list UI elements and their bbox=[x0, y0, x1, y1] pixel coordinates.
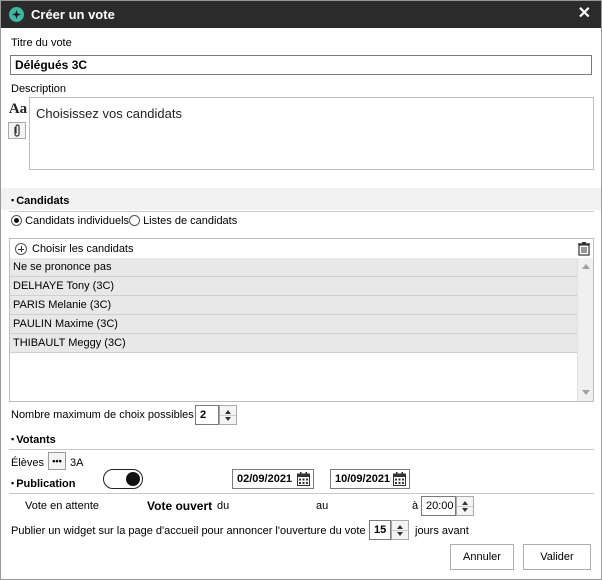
divider bbox=[9, 493, 594, 494]
list-item[interactable]: PAULIN Maxime (3C) bbox=[10, 315, 577, 334]
list-item[interactable]: THIBAULT Meggy (3C) bbox=[10, 334, 577, 353]
create-vote-dialog: Créer un vote ✕ Titre du vote Descriptio… bbox=[0, 0, 602, 580]
list-item[interactable]: DELHAYE Tony (3C) bbox=[10, 277, 577, 296]
choose-candidates-button[interactable]: Choisir les candidats bbox=[10, 239, 593, 258]
choose-candidates-label: Choisir les candidats bbox=[32, 242, 134, 255]
candidate-rows: Ne se prononce pas DELHAYE Tony (3C) PAR… bbox=[10, 258, 577, 353]
vertical-scrollbar[interactable] bbox=[577, 258, 593, 401]
start-date-value: 02/09/2021 bbox=[237, 473, 293, 485]
calendar-icon[interactable] bbox=[393, 472, 406, 486]
divider bbox=[9, 449, 594, 450]
divider bbox=[9, 211, 594, 212]
radio-button-selected[interactable] bbox=[11, 215, 22, 226]
max-choices-stepper[interactable]: 2 bbox=[195, 405, 237, 425]
time-stepper[interactable]: 20:00 bbox=[421, 496, 474, 516]
stepper-arrows[interactable] bbox=[219, 405, 237, 425]
voters-label: Élèves bbox=[11, 457, 45, 469]
radio-label: Candidats individuels bbox=[25, 215, 130, 227]
radio-label: Listes de candidats bbox=[143, 215, 238, 227]
trash-icon[interactable] bbox=[577, 241, 591, 256]
cancel-button[interactable]: Annuler bbox=[450, 544, 514, 570]
radio-individual-candidates[interactable]: Candidats individuels bbox=[11, 215, 129, 227]
scroll-down-icon[interactable] bbox=[582, 390, 590, 395]
validate-button[interactable]: Valider bbox=[523, 544, 591, 570]
title-bar: Créer un vote ✕ bbox=[1, 1, 601, 28]
date-from-label: du bbox=[217, 500, 230, 512]
candidats-section-title: Candidats bbox=[11, 195, 69, 207]
vote-open-label: Vote ouvert bbox=[147, 499, 213, 513]
add-circle-icon bbox=[15, 242, 27, 255]
candidates-list: Choisir les candidats Ne se prononce pas… bbox=[9, 238, 594, 402]
description-toolbar: Aa bbox=[8, 100, 28, 139]
vote-status-toggle[interactable] bbox=[103, 469, 143, 489]
radio-button[interactable] bbox=[129, 215, 140, 226]
widget-days-value[interactable]: 15 bbox=[370, 521, 390, 539]
scroll-up-icon[interactable] bbox=[582, 264, 590, 269]
dialog-content: Titre du vote Description Aa Choisissez … bbox=[1, 28, 601, 579]
date-to-label: au bbox=[316, 500, 329, 512]
vote-title-input[interactable] bbox=[10, 55, 592, 75]
start-date-field[interactable]: 02/09/2021 bbox=[232, 469, 314, 489]
stepper-arrows[interactable] bbox=[391, 520, 409, 540]
widget-text: Publier un widget sur la page d'accueil … bbox=[11, 525, 366, 537]
radio-candidate-lists[interactable]: Listes de candidats bbox=[129, 215, 237, 227]
select-voters-button[interactable]: ••• bbox=[48, 452, 66, 470]
stepper-arrows[interactable] bbox=[456, 496, 474, 516]
description-label: Description bbox=[11, 83, 67, 95]
toggle-knob bbox=[126, 472, 140, 486]
days-before-label: jours avant bbox=[415, 525, 469, 537]
section-band bbox=[1, 188, 601, 210]
app-logo-icon bbox=[9, 7, 24, 22]
list-item[interactable]: PARIS Melanie (3C) bbox=[10, 296, 577, 315]
max-choices-label: Nombre maximum de choix possibles bbox=[11, 409, 194, 421]
end-date-field[interactable]: 10/09/2021 bbox=[330, 469, 410, 489]
votants-section-title: Votants bbox=[11, 434, 56, 446]
end-date-value: 10/09/2021 bbox=[335, 473, 391, 485]
voters-value: 3A bbox=[70, 457, 84, 469]
paperclip-icon[interactable] bbox=[8, 122, 26, 139]
window-title: Créer un vote bbox=[31, 7, 115, 22]
calendar-icon[interactable] bbox=[297, 472, 310, 486]
title-field-label: Titre du vote bbox=[11, 37, 72, 49]
time-value[interactable]: 20:00 bbox=[422, 497, 458, 515]
text-format-icon[interactable]: Aa bbox=[8, 100, 28, 120]
description-textarea[interactable]: Choisissez vos candidats bbox=[29, 97, 594, 170]
vote-pending-label: Vote en attente bbox=[25, 500, 100, 512]
publication-section-title: Publication bbox=[11, 478, 75, 490]
list-item[interactable]: Ne se prononce pas bbox=[10, 258, 577, 277]
close-icon[interactable]: ✕ bbox=[578, 5, 591, 23]
time-at-label: à bbox=[412, 500, 419, 512]
max-choices-value[interactable]: 2 bbox=[196, 406, 210, 424]
widget-days-stepper[interactable]: 15 bbox=[369, 520, 409, 540]
